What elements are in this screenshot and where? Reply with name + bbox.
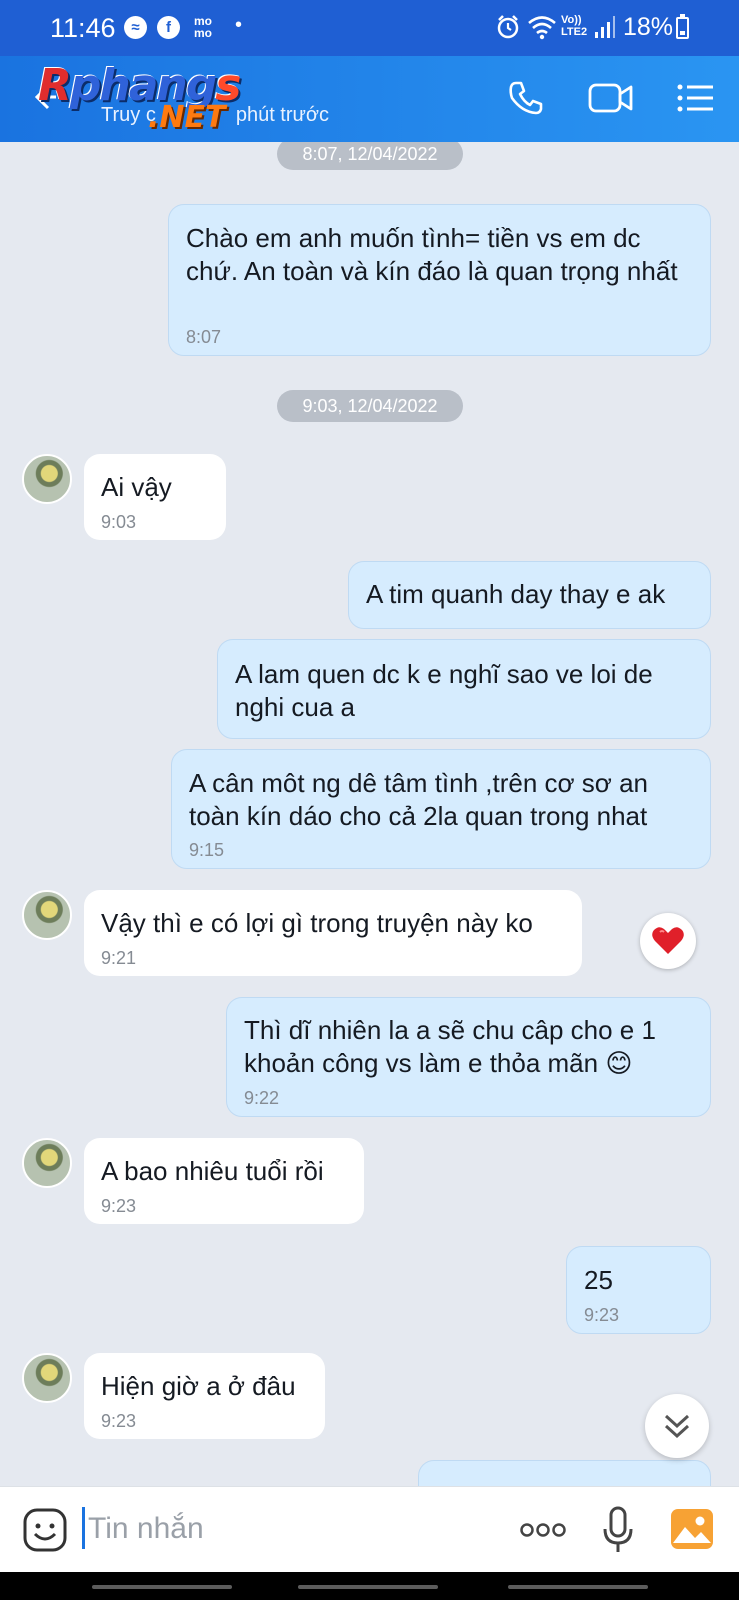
message-outgoing[interactable]: 25 9:23	[566, 1246, 711, 1334]
microphone-icon[interactable]	[601, 1505, 635, 1555]
date-separator: 9:03, 12/04/2022	[277, 390, 463, 422]
message-text: Thì dĩ nhiên la a sẽ chu câp cho e 1 kho…	[244, 1015, 656, 1078]
video-call-icon[interactable]	[587, 78, 635, 118]
facebook-icon: f	[157, 16, 180, 39]
contact-avatar[interactable]	[22, 1138, 72, 1188]
battery-percent: 18%	[623, 13, 674, 41]
scroll-to-bottom-button[interactable]	[645, 1394, 709, 1458]
message-incoming[interactable]: Hiện giờ a ở đâu 9:23	[84, 1353, 325, 1439]
wifi-icon	[528, 16, 556, 40]
contact-avatar[interactable]	[22, 1353, 72, 1403]
message-text: 25	[584, 1265, 613, 1295]
network-label: Vo)) LTE2	[561, 14, 588, 38]
message-incoming[interactable]: Vậy thì e có lợi gì trong truyện này ko …	[84, 890, 582, 976]
sticker-emoji-icon[interactable]	[22, 1507, 68, 1553]
message-time: 8:07	[186, 327, 222, 347]
message-text: Hiện giờ a ở đâu	[101, 1371, 296, 1401]
nav-recent-apps[interactable]	[92, 1585, 232, 1589]
message-composer	[0, 1486, 739, 1572]
date-separator: 8:07, 12/04/2022	[277, 142, 463, 170]
message-text: Chào em anh muốn tình= tiền vs em dc chứ…	[186, 223, 678, 286]
message-text: Vậy thì e có lợi gì trong truyện này ko	[101, 908, 533, 938]
chat-header: Truy c phút trước Rphangs .NET	[0, 56, 739, 142]
messenger-icon: ≈	[124, 16, 147, 39]
signal-icon	[595, 16, 615, 38]
menu-list-icon[interactable]	[676, 78, 716, 118]
watermark-logo-net: .NET	[148, 100, 226, 135]
text-cursor	[82, 1507, 85, 1549]
nav-back[interactable]	[508, 1585, 648, 1589]
message-outgoing[interactable]: Thì dĩ nhiên la a sẽ chu câp cho e 1 kho…	[226, 997, 711, 1117]
message-outgoing[interactable]: A cân môt ng dê tâm tình ,trên cơ sơ an …	[171, 749, 711, 869]
message-incoming[interactable]: Ai vậy 9:03	[84, 454, 226, 540]
message-text: A tim quanh day thay e ak	[366, 579, 666, 609]
message-time: 9:03	[101, 512, 137, 532]
double-chevron-down-icon	[664, 1414, 690, 1439]
message-time: 9:21	[101, 948, 137, 968]
message-input[interactable]	[88, 1507, 488, 1551]
message-outgoing-partial[interactable]	[418, 1460, 711, 1486]
message-text: A cân môt ng dê tâm tình ,trên cơ sơ an …	[189, 768, 648, 831]
contact-avatar[interactable]	[22, 890, 72, 940]
message-text: A bao nhiêu tuổi rồi	[101, 1156, 324, 1186]
status-bar: 11:46 ≈ f mo mo • Vo)) LTE2 18%	[0, 0, 739, 56]
message-time: 9:22	[244, 1088, 280, 1108]
alarm-icon	[497, 15, 519, 39]
more-options-icon[interactable]	[519, 1515, 567, 1545]
status-time: 11:46	[50, 13, 116, 43]
notification-dot-icon: •	[235, 14, 243, 36]
message-outgoing[interactable]: A lam quen dc k e nghĩ sao ve loi de ngh…	[217, 639, 711, 739]
message-outgoing[interactable]: A tim quanh day thay e ak	[348, 561, 711, 629]
message-time: 9:23	[101, 1411, 137, 1431]
message-outgoing[interactable]: Chào em anh muốn tình= tiền vs em dc chứ…	[168, 204, 711, 356]
momo-icon: mo mo	[194, 14, 212, 40]
heart-icon	[652, 927, 684, 954]
message-text: A lam quen dc k e nghĩ sao ve loi de ngh…	[235, 659, 653, 722]
message-list[interactable]: 8:07, 12/04/2022 Chào em anh muốn tình= …	[0, 142, 739, 1486]
phone-call-icon[interactable]	[506, 78, 546, 118]
contact-avatar[interactable]	[22, 454, 72, 504]
battery-icon	[676, 17, 689, 39]
message-time: 9:23	[584, 1305, 620, 1325]
message-time: 9:23	[101, 1196, 137, 1216]
message-incoming[interactable]: A bao nhiêu tuổi rồi 9:23	[84, 1138, 364, 1224]
reaction-badge[interactable]	[640, 913, 696, 969]
system-navigation-bar	[0, 1572, 739, 1600]
message-text: Ai vậy	[101, 472, 172, 502]
image-gallery-icon[interactable]	[669, 1507, 715, 1551]
nav-home[interactable]	[298, 1585, 438, 1589]
message-time: 9:15	[189, 840, 225, 860]
